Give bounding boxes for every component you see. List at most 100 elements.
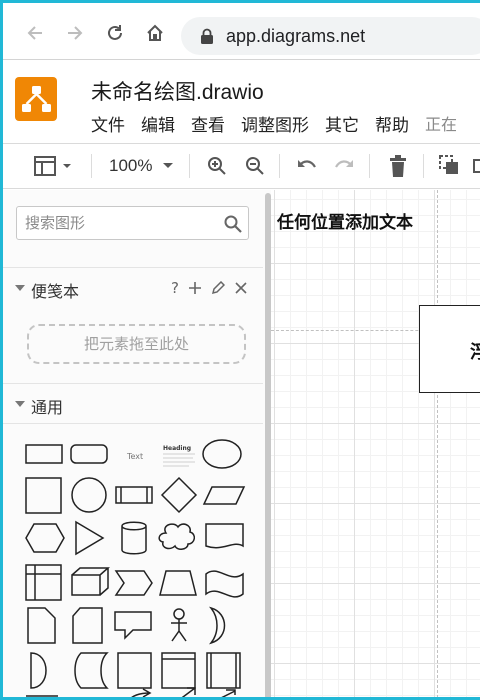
zoom-level: 100%	[109, 156, 153, 175]
toolbar-separator	[369, 154, 370, 178]
zoom-dropdown[interactable]: 100%	[109, 152, 174, 180]
menu-arrange[interactable]: 调整图形	[241, 111, 309, 136]
tape-shape[interactable]	[205, 570, 244, 598]
callout-shape[interactable]	[114, 611, 152, 640]
list-shape[interactable]	[206, 652, 241, 689]
cylinder-shape[interactable]	[121, 521, 147, 555]
browser-window: app.diagrams.net 未命名绘图.drawio 文件 编辑 查看 调…	[0, 0, 480, 700]
internal-storage-shape[interactable]	[25, 564, 62, 601]
circle-shape[interactable]	[71, 477, 107, 513]
delay-shape[interactable]	[30, 652, 47, 689]
bring-to-front-icon	[439, 155, 458, 174]
or-shape[interactable]	[208, 606, 226, 645]
zoom-out-icon	[246, 157, 264, 175]
heading-shape[interactable]: Heading	[163, 445, 191, 452]
shapes-sidebar: 便笺本 ? 把元素拖至此处 通用	[3, 190, 266, 700]
toolbar-separator	[279, 154, 280, 178]
browser-toolbar: app.diagrams.net	[3, 3, 480, 60]
divider	[3, 423, 263, 424]
general-shapes-palette: Text Heading	[25, 439, 246, 700]
redo-button[interactable]	[333, 152, 355, 180]
text-shape[interactable]: Text	[126, 452, 143, 461]
scratchpad-header[interactable]: 便笺本 ?	[3, 267, 263, 307]
search-input[interactable]	[25, 214, 215, 232]
canvas-box-label: 浮	[470, 338, 480, 364]
parallelogram-shape[interactable]	[202, 486, 246, 505]
forward-button[interactable]	[63, 21, 87, 45]
rectangle-shape[interactable]	[25, 444, 63, 464]
cloud-shape[interactable]	[158, 523, 196, 550]
home-button[interactable]	[143, 21, 167, 45]
close-icon[interactable]	[235, 282, 247, 294]
rounded-rectangle-shape[interactable]	[70, 444, 108, 464]
help-icon[interactable]: ?	[171, 279, 179, 297]
general-title: 通用	[31, 398, 64, 417]
menu-extras[interactable]: 其它	[325, 111, 359, 136]
data-storage-shape[interactable]	[74, 652, 109, 689]
drawio-logo-icon	[22, 86, 51, 112]
scratchpad-title: 便笺本	[31, 282, 80, 301]
app-header: 未命名绘图.drawio 文件 编辑 查看 调整图形 其它 帮助 正在	[3, 60, 480, 144]
hexagon-shape[interactable]	[25, 523, 65, 553]
layout-panel-icon	[34, 156, 71, 176]
pencil-icon[interactable]	[211, 281, 225, 295]
arrow-left-icon	[27, 26, 42, 40]
general-header[interactable]: 通用	[3, 383, 263, 423]
ellipse-shape[interactable]	[202, 439, 242, 469]
menu-edit[interactable]: 编辑	[141, 111, 175, 136]
square-shape[interactable]	[25, 477, 62, 514]
document-title[interactable]: 未命名绘图.drawio	[91, 76, 264, 106]
card-shape[interactable]	[72, 607, 103, 644]
toolbar-separator	[189, 154, 190, 178]
canvas-text-label[interactable]: 任何位置添加文本	[277, 208, 413, 233]
heading-shape-body	[163, 453, 195, 467]
toolbar-separator	[423, 154, 424, 178]
save-status: 正在	[425, 115, 458, 134]
triangle-shape[interactable]	[75, 520, 105, 556]
caret-down-icon	[15, 401, 25, 407]
reload-button[interactable]	[103, 21, 127, 45]
connector-arrow-shape[interactable]	[217, 689, 236, 700]
trapezoid-shape[interactable]	[159, 570, 197, 596]
caret-down-icon	[15, 285, 25, 291]
home-icon	[147, 24, 163, 41]
address-bar[interactable]: app.diagrams.net	[181, 17, 480, 55]
delete-button[interactable]	[388, 152, 408, 180]
to-back-button[interactable]	[473, 152, 480, 180]
scratchpad-actions: ?	[171, 279, 247, 297]
step-shape[interactable]	[114, 570, 153, 596]
back-button[interactable]	[23, 21, 47, 45]
send-to-back-icon	[473, 159, 480, 173]
chevron-down-icon	[163, 163, 174, 168]
lock-icon	[201, 28, 213, 44]
diagram-canvas[interactable]: 任何位置添加文本 浮	[271, 190, 480, 697]
diagonal-arrow-shape[interactable]	[175, 687, 196, 700]
drawio-logo	[15, 77, 57, 121]
cube-shape[interactable]	[71, 567, 110, 596]
redo-icon	[335, 160, 353, 168]
zoom-in-icon	[208, 157, 226, 175]
actor-shape[interactable]	[173, 608, 185, 620]
document-shape[interactable]	[205, 523, 244, 549]
trash-icon	[390, 155, 406, 177]
format-panel-toggle[interactable]	[33, 152, 73, 180]
diamond-shape[interactable]	[160, 476, 198, 514]
search-icon[interactable]	[224, 215, 242, 233]
undo-button[interactable]	[296, 152, 318, 180]
scratchpad-dropzone[interactable]: 把元素拖至此处	[27, 324, 246, 364]
zoom-out-button[interactable]	[245, 152, 265, 180]
menu-help[interactable]: 帮助	[375, 111, 409, 136]
process-shape[interactable]	[115, 486, 153, 504]
plus-icon[interactable]	[189, 282, 201, 294]
menu-file[interactable]: 文件	[91, 111, 125, 136]
container-shape[interactable]	[117, 652, 152, 689]
menu-view[interactable]: 查看	[191, 111, 225, 136]
search-box	[16, 206, 249, 240]
reload-icon	[108, 25, 122, 40]
note-shape[interactable]	[27, 607, 56, 644]
zoom-in-button[interactable]	[207, 152, 227, 180]
url-text: app.diagrams.net	[226, 26, 366, 46]
curved-arrow-shape[interactable]	[126, 688, 152, 700]
to-front-button[interactable]	[439, 152, 461, 180]
canvas-shape-box[interactable]: 浮	[419, 305, 480, 393]
